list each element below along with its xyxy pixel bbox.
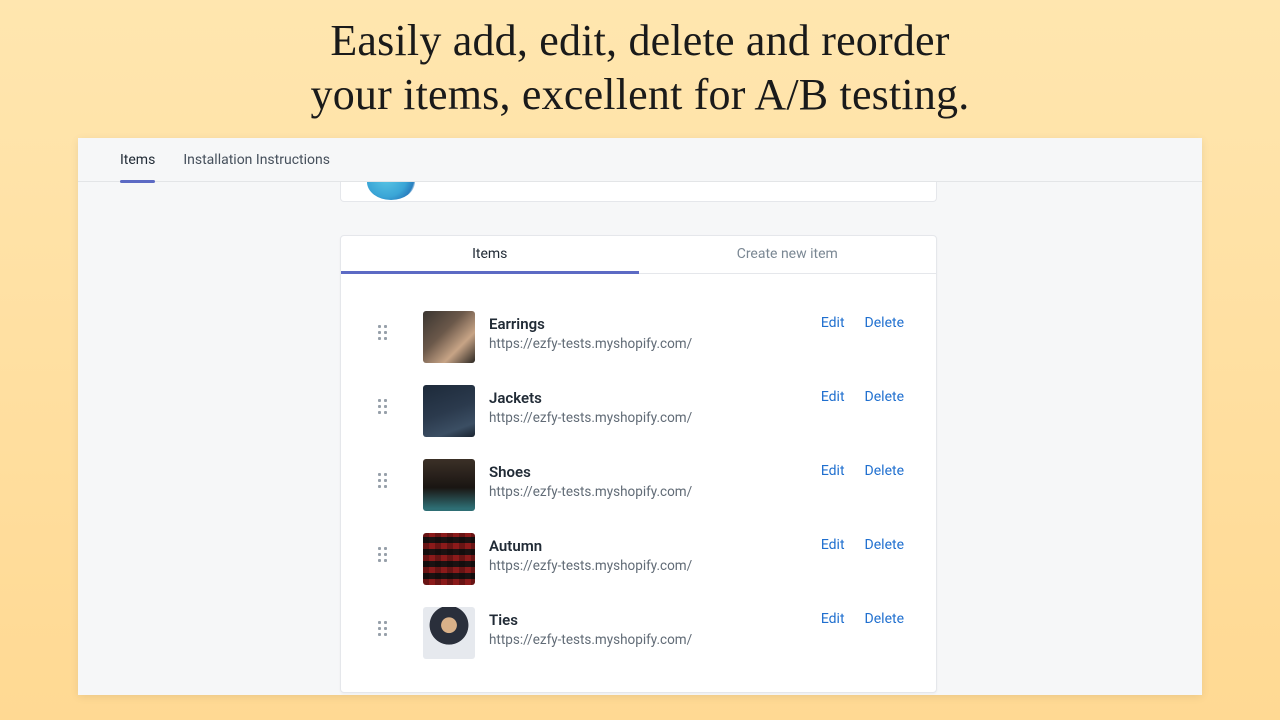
item-actions: Edit Delete — [821, 311, 904, 331]
list-item: Ties https://ezfy-tests.myshopify.com/ E… — [373, 596, 904, 670]
item-url: https://ezfy-tests.myshopify.com/ — [489, 632, 807, 648]
drag-handle-icon[interactable] — [373, 311, 391, 340]
item-actions: Edit Delete — [821, 385, 904, 405]
item-title: Earrings — [489, 315, 807, 333]
hero-heading: Easily add, edit, delete and reorder you… — [0, 0, 1280, 139]
item-thumbnail — [423, 607, 475, 659]
delete-link[interactable]: Delete — [865, 611, 904, 627]
delete-link[interactable]: Delete — [865, 537, 904, 553]
list-item: Autumn https://ezfy-tests.myshopify.com/… — [373, 522, 904, 596]
card-tab-items[interactable]: Items — [341, 236, 639, 273]
item-text: Autumn https://ezfy-tests.myshopify.com/ — [489, 533, 807, 574]
drag-handle-icon[interactable] — [373, 385, 391, 414]
edit-link[interactable]: Edit — [821, 315, 845, 331]
item-text: Shoes https://ezfy-tests.myshopify.com/ — [489, 459, 807, 500]
content-area: Items Create new item Earrings https://e… — [340, 182, 937, 693]
drag-handle-icon[interactable] — [373, 533, 391, 562]
item-url: https://ezfy-tests.myshopify.com/ — [489, 410, 807, 426]
items-card: Items Create new item Earrings https://e… — [340, 235, 937, 693]
hero-line-1: Easily add, edit, delete and reorder — [330, 16, 949, 65]
item-thumbnail — [423, 459, 475, 511]
item-text: Earrings https://ezfy-tests.myshopify.co… — [489, 311, 807, 352]
top-tab-installation[interactable]: Installation Instructions — [183, 138, 330, 182]
hero-line-2: your items, excellent for A/B testing. — [311, 70, 970, 119]
drag-handle-icon[interactable] — [373, 607, 391, 636]
item-thumbnail — [423, 385, 475, 437]
edit-link[interactable]: Edit — [821, 537, 845, 553]
delete-link[interactable]: Delete — [865, 389, 904, 405]
list-item: Jackets https://ezfy-tests.myshopify.com… — [373, 374, 904, 448]
app-window: Items Installation Instructions Items Cr… — [78, 138, 1202, 695]
top-tab-items[interactable]: Items — [120, 138, 155, 182]
item-title: Ties — [489, 611, 807, 629]
item-thumbnail — [423, 311, 475, 363]
card-tab-items-label: Items — [472, 246, 507, 262]
top-tab-installation-label: Installation Instructions — [183, 152, 330, 168]
top-nav-tabs: Items Installation Instructions — [78, 138, 1202, 182]
list-item: Shoes https://ezfy-tests.myshopify.com/ … — [373, 448, 904, 522]
drag-handle-icon[interactable] — [373, 459, 391, 488]
top-tab-items-label: Items — [120, 152, 155, 168]
edit-link[interactable]: Edit — [821, 389, 845, 405]
item-actions: Edit Delete — [821, 459, 904, 479]
delete-link[interactable]: Delete — [865, 463, 904, 479]
item-title: Autumn — [489, 537, 807, 555]
edit-link[interactable]: Edit — [821, 463, 845, 479]
item-thumbnail — [423, 533, 475, 585]
item-actions: Edit Delete — [821, 533, 904, 553]
item-actions: Edit Delete — [821, 607, 904, 627]
logo-icon — [367, 182, 415, 200]
item-text: Ties https://ezfy-tests.myshopify.com/ — [489, 607, 807, 648]
item-text: Jackets https://ezfy-tests.myshopify.com… — [489, 385, 807, 426]
card-tab-create-label: Create new item — [737, 246, 838, 262]
item-url: https://ezfy-tests.myshopify.com/ — [489, 558, 807, 574]
item-url: https://ezfy-tests.myshopify.com/ — [489, 336, 807, 352]
delete-link[interactable]: Delete — [865, 315, 904, 331]
item-url: https://ezfy-tests.myshopify.com/ — [489, 484, 807, 500]
items-list: Earrings https://ezfy-tests.myshopify.co… — [341, 274, 936, 692]
card-tabs: Items Create new item — [341, 236, 936, 274]
list-item: Earrings https://ezfy-tests.myshopify.co… — [373, 300, 904, 374]
card-tab-create[interactable]: Create new item — [639, 236, 937, 273]
item-title: Shoes — [489, 463, 807, 481]
item-title: Jackets — [489, 389, 807, 407]
previous-card-stub — [340, 182, 937, 202]
edit-link[interactable]: Edit — [821, 611, 845, 627]
